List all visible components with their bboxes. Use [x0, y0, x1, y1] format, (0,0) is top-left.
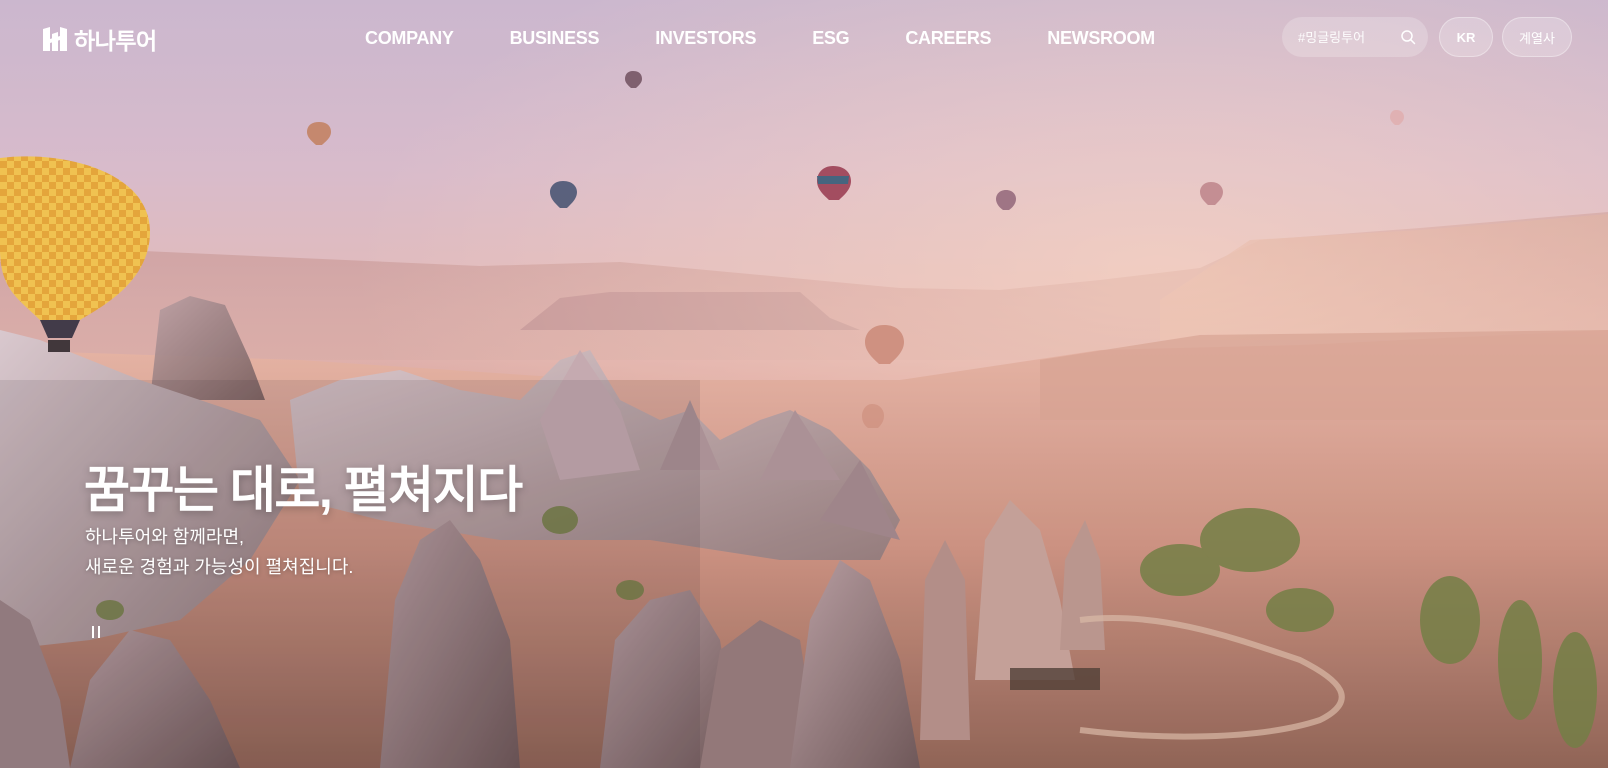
hero-subtitle: 하나투어와 함께라면, 새로운 경험과 가능성이 펼쳐집니다. — [85, 522, 353, 582]
pause-bar — [98, 626, 100, 638]
logo-text: 하나투어 — [74, 28, 157, 54]
hero-background-image — [0, 0, 1608, 768]
nav-company[interactable]: COMPANY — [365, 28, 454, 49]
nav-newsroom[interactable]: NEWSROOM — [1047, 28, 1155, 49]
search-box — [1282, 17, 1428, 57]
hero-title: 꿈꾸는 대로, 펼쳐지다 — [84, 462, 523, 518]
main-nav: COMPANY BUSINESS INVESTORS ESG CAREERS N… — [365, 28, 1155, 49]
logo[interactable]: 하나투어 — [42, 24, 157, 54]
language-button[interactable]: KR — [1439, 17, 1493, 57]
nav-business[interactable]: BUSINESS — [510, 28, 600, 49]
nav-investors[interactable]: INVESTORS — [655, 28, 756, 49]
search-icon[interactable] — [1400, 29, 1416, 45]
nav-esg[interactable]: ESG — [812, 28, 849, 49]
hero-section: 하나투어 COMPANY BUSINESS INVESTORS ESG CARE… — [0, 0, 1608, 768]
pause-bar — [92, 626, 94, 638]
hanatour-logo-icon — [43, 27, 67, 51]
search-input[interactable] — [1296, 28, 1400, 46]
affiliates-button[interactable]: 계열사 — [1502, 17, 1572, 57]
hero-subtitle-line-1: 하나투어와 함께라면, — [85, 527, 245, 547]
pause-icon[interactable] — [88, 624, 106, 642]
hero-subtitle-line-2: 새로운 경험과 가능성이 펼쳐집니다. — [85, 557, 354, 577]
nav-careers[interactable]: CAREERS — [905, 28, 991, 49]
site-header: 하나투어 COMPANY BUSINESS INVESTORS ESG CARE… — [0, 0, 1608, 78]
